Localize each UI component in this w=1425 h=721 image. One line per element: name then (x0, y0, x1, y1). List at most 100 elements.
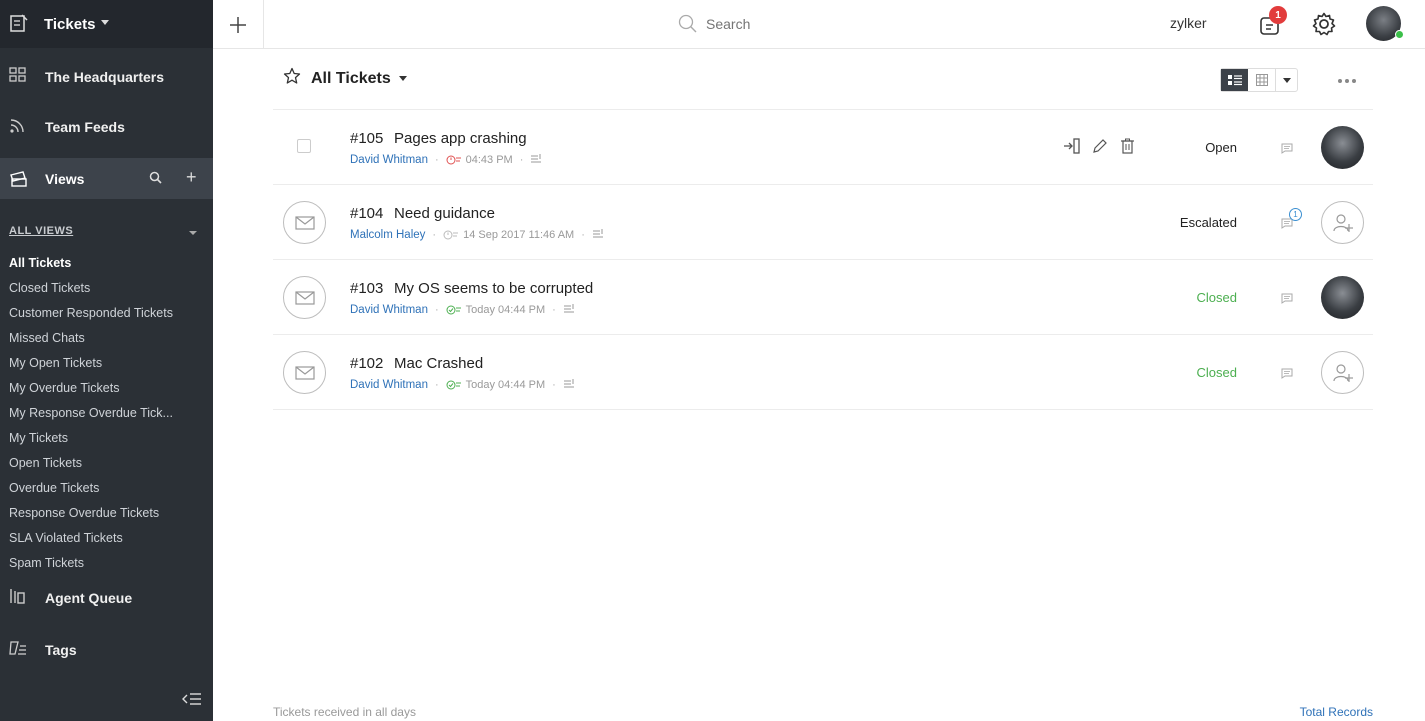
status-dropdown[interactable]: Closed (1197, 365, 1237, 380)
assign-agent-button[interactable] (1321, 201, 1364, 244)
assignee-avatar[interactable] (1321, 276, 1364, 319)
ticket-row[interactable]: #102 Mac Crashed David Whitman · Today 04:44… (273, 335, 1373, 410)
sidebar-item-label: The Headquarters (45, 69, 165, 85)
view-selector[interactable]: All Tickets (283, 67, 407, 90)
ticket-time: 04:43 PM (465, 154, 513, 166)
view-item[interactable]: My Tickets (9, 431, 204, 456)
list-view-button[interactable] (1221, 69, 1248, 91)
separator-dot: · (434, 304, 439, 316)
view-item[interactable]: Overdue Tickets (9, 481, 204, 506)
contact-name[interactable]: Malcolm Haley (350, 229, 425, 241)
comment-count-badge: 1 (1289, 208, 1302, 221)
layout-dropdown[interactable] (1275, 69, 1297, 91)
add-button[interactable] (213, 0, 264, 49)
status-dropdown[interactable]: Closed (1197, 290, 1237, 305)
ticket-subject[interactable]: Mac Crashed (394, 355, 483, 372)
status-dropdown[interactable]: Open (1205, 140, 1237, 155)
contact-name[interactable]: David Whitman (350, 304, 428, 316)
channel-email-icon[interactable] (283, 201, 326, 244)
comment-icon[interactable] (1281, 366, 1293, 384)
ticket-meta: David Whitman · Today 04:44 PM · (350, 303, 575, 317)
chevron-down-icon[interactable] (398, 76, 407, 81)
search-input[interactable] (706, 16, 826, 32)
ticket-number[interactable]: #103 (350, 280, 383, 297)
view-item[interactable]: My Overdue Tickets (9, 381, 204, 406)
ticket-number[interactable]: #104 (350, 205, 383, 222)
agent-queue-icon (9, 587, 27, 610)
tickets-module-icon (9, 13, 29, 38)
collapse-sidebar-icon[interactable] (182, 692, 202, 711)
views-icon (9, 170, 29, 193)
assignee-avatar[interactable] (1321, 126, 1364, 169)
add-view-button[interactable]: + (186, 168, 197, 186)
sidebar-item-team-feeds[interactable]: Team Feeds (0, 107, 213, 147)
status-dropdown[interactable]: Escalated (1180, 215, 1237, 230)
channel-email-icon[interactable] (283, 351, 326, 394)
all-views-header[interactable]: ALL VIEWS (9, 225, 73, 237)
ticket-meta: David Whitman · 04:43 PM · (350, 153, 542, 167)
comment-icon[interactable] (1281, 141, 1293, 159)
module-switcher[interactable]: Tickets (0, 0, 213, 48)
view-item[interactable]: My Open Tickets (9, 356, 204, 381)
view-item[interactable]: Open Tickets (9, 456, 204, 481)
chevron-down-icon[interactable] (189, 231, 197, 235)
view-item[interactable]: All Tickets (9, 256, 204, 281)
due-time-icon (443, 230, 459, 240)
sidebar-item-agent-queue[interactable]: Agent Queue (0, 578, 213, 618)
sidebar-item-label: Views (45, 171, 85, 187)
layout-toggle (1220, 68, 1298, 92)
ticket-subject[interactable]: Need guidance (394, 205, 495, 222)
sidebar-item-headquarters[interactable]: The Headquarters (0, 57, 213, 97)
star-icon[interactable] (283, 67, 301, 90)
gear-icon[interactable] (1312, 12, 1336, 41)
separator-dot: · (552, 379, 556, 391)
assign-agent-button[interactable] (1321, 351, 1364, 394)
ticket-subject[interactable]: Pages app crashing (394, 130, 527, 147)
view-item[interactable]: Closed Tickets (9, 281, 204, 306)
thread-icon (563, 303, 575, 317)
due-time-icon (446, 380, 462, 390)
table-view-button[interactable] (1248, 69, 1275, 91)
top-bar: zylker 1 (213, 0, 1425, 49)
view-item[interactable]: Response Overdue Tickets (9, 506, 204, 531)
ticket-row[interactable]: #104 Need guidance Malcolm Haley · 14 Sep 20… (273, 185, 1373, 260)
online-status-indicator (1395, 30, 1404, 39)
view-item[interactable]: Missed Chats (9, 331, 204, 356)
grid-icon (9, 66, 27, 89)
row-checkbox[interactable] (297, 139, 311, 153)
ticket-row[interactable]: #103 My OS seems to be corrupted David Whi… (273, 260, 1373, 335)
ticket-row[interactable]: #105 Pages app crashing David Whitman · 04:4… (273, 110, 1373, 185)
contact-name[interactable]: David Whitman (350, 379, 428, 391)
chevron-down-icon (1282, 77, 1291, 83)
sidebar-item-tags[interactable]: Tags (0, 630, 213, 670)
separator-dot: · (581, 229, 585, 241)
comment-icon[interactable] (1281, 291, 1293, 309)
footer-note: Tickets received in all days (273, 705, 416, 719)
channel-email-icon[interactable] (283, 276, 326, 319)
move-icon[interactable] (1063, 138, 1080, 159)
view-item[interactable]: My Response Overdue Tick... (9, 406, 204, 431)
due-time-icon (446, 305, 462, 315)
sidebar: Tickets The Headquarters Team Feeds View… (0, 0, 213, 721)
feed-icon (9, 116, 27, 139)
thread-icon (530, 153, 542, 167)
search-box[interactable] (678, 14, 826, 34)
total-records-link[interactable]: Total Records (1300, 705, 1373, 719)
ticket-number[interactable]: #102 (350, 355, 383, 372)
view-item[interactable]: SLA Violated Tickets (9, 531, 204, 556)
search-icon[interactable] (149, 171, 162, 189)
org-name[interactable]: zylker (1170, 15, 1207, 31)
app-root: Tickets The Headquarters Team Feeds View… (0, 0, 1425, 721)
chevron-down-icon (101, 20, 109, 25)
ticket-subject[interactable]: My OS seems to be corrupted (394, 280, 593, 297)
contact-name[interactable]: David Whitman (350, 154, 428, 166)
ticket-number[interactable]: #105 (350, 130, 383, 147)
edit-icon[interactable] (1092, 138, 1108, 159)
more-options-button[interactable] (1338, 79, 1356, 83)
trash-icon[interactable] (1120, 138, 1135, 159)
sidebar-item-views[interactable]: Views + (0, 158, 213, 199)
separator-dot: · (432, 229, 437, 241)
sidebar-item-label: Tags (45, 642, 77, 658)
row-actions (1063, 138, 1135, 159)
view-item[interactable]: Customer Responded Tickets (9, 306, 204, 331)
